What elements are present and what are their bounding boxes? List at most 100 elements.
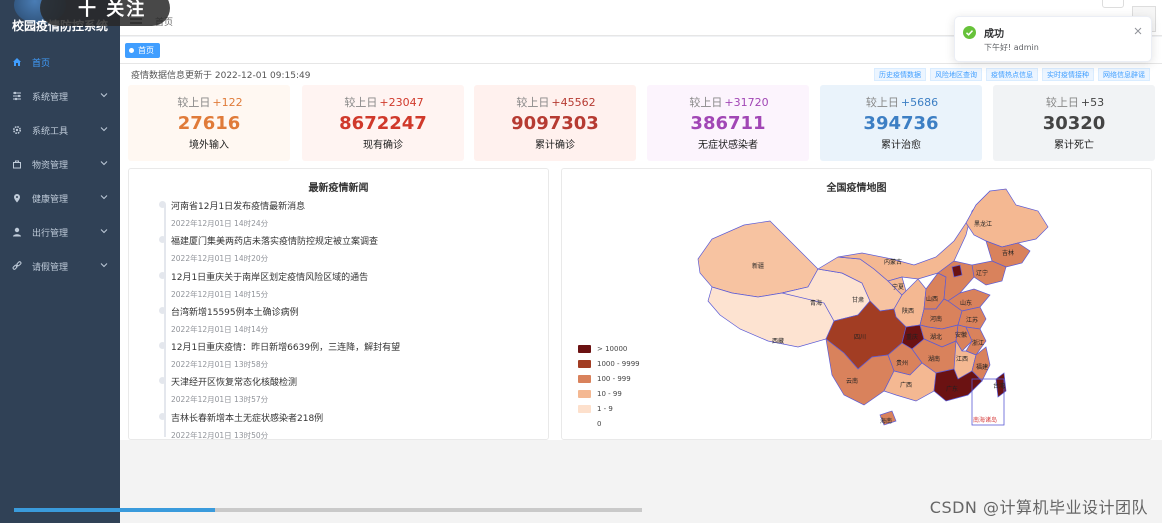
region-heilongjiang[interactable] xyxy=(965,188,1049,248)
news-item-time: 2022年12月01日 14时24分 xyxy=(171,219,269,228)
region-beijing[interactable] xyxy=(951,264,963,278)
toast-message: 下午好! admin xyxy=(984,43,1039,52)
province-label: 内蒙古 xyxy=(884,258,902,266)
stat-card-deaths: 较上日 +53 30320 累计死亡 xyxy=(993,85,1155,161)
stat-delta: 较上日 +23047 xyxy=(344,96,424,109)
sidebar-item-home[interactable]: 首页 xyxy=(0,45,120,79)
link-hot-news[interactable]: 疫情热点信息 xyxy=(986,68,1038,81)
province-label: 山东 xyxy=(960,299,972,307)
province-label: 云南 xyxy=(846,377,858,385)
legend-item[interactable]: 10 - 99 xyxy=(578,386,640,401)
news-item-time: 2022年12月01日 14时14分 xyxy=(171,324,269,334)
stat-value: 27616 xyxy=(177,113,241,134)
news-item[interactable]: 12月1日重庆关于南岸区划定疫情风险区域的通告 2022年12月01日 14时15… xyxy=(155,270,545,305)
province-label: 浙江 xyxy=(972,339,984,347)
province-label: 青海 xyxy=(810,299,822,307)
sidebar-item-system[interactable]: 系统管理 xyxy=(0,79,120,113)
china-map[interactable]: 新疆 西藏 青海 甘肃 内蒙古 黑龙江 吉林 辽宁 宁夏 山西 山东 河南 陕西… xyxy=(562,169,1153,441)
link-vaccination[interactable]: 实时疫情接种 xyxy=(1042,68,1094,81)
news-item-title[interactable]: 12月1日重庆疫情：昨日新增6639例，三连降，解封有望 xyxy=(171,340,545,353)
legend-label: > 10000 xyxy=(597,344,628,353)
news-item-title[interactable]: 河南省12月1日发布疫情最新消息 xyxy=(171,199,545,212)
stat-value: 394736 xyxy=(863,113,939,134)
update-time: 疫情数据信息更新于 2022-12-01 09:15:49 xyxy=(131,71,311,81)
legend-label: 100 - 999 xyxy=(597,374,631,383)
chevron-down-icon xyxy=(100,195,108,200)
stat-delta: 较上日 +45562 xyxy=(516,96,596,109)
province-label: 广西 xyxy=(900,381,912,389)
follow-button[interactable]: 十 关注 xyxy=(40,0,170,26)
news-item-title[interactable]: 吉林长春新增本土无症状感染者218例 xyxy=(171,411,545,424)
province-label: 重庆 xyxy=(906,333,918,341)
sidebar-item-label: 出行管理 xyxy=(32,228,69,239)
map-legend: > 10000 1000 - 9999 100 - 999 10 - 99 1 … xyxy=(578,341,640,431)
stat-value: 9097303 xyxy=(511,113,599,134)
location-icon xyxy=(12,193,22,203)
map-panel: 全国疫情地图 新疆 西藏 青海 甘肃 内蒙古 黑龙江 吉林 辽宁 宁夏 山西 山… xyxy=(561,168,1152,440)
timeline-dot xyxy=(159,201,166,208)
stat-card-asymptomatic: 较上日 +31720 386711 无症状感染者 xyxy=(647,85,809,161)
province-label: 甘肃 xyxy=(852,296,864,304)
province-label: 辽宁 xyxy=(976,269,988,277)
stat-label: 累计死亡 xyxy=(1054,140,1094,151)
video-progress-bar[interactable] xyxy=(14,508,642,512)
sidebar-item-label: 系统管理 xyxy=(32,92,69,103)
timeline-dot xyxy=(159,412,166,420)
news-item-title[interactable]: 台湾新增15595例本土确诊病例 xyxy=(171,305,545,318)
news-timeline: 河南省12月1日发布疫情最新消息 2022年12月01日 14时24分 福建厦门集… xyxy=(155,199,545,446)
province-label: 山西 xyxy=(926,295,938,303)
tag-home[interactable]: 首页 xyxy=(125,43,160,58)
sidebar-item-tools[interactable]: 系统工具 xyxy=(0,113,120,147)
news-item[interactable]: 天津经开区恢复常态化核酸检测 2022年12月01日 13时57分 xyxy=(155,375,545,410)
stat-card-total: 较上日 +45562 9097303 累计确诊 xyxy=(474,85,636,161)
legend-item[interactable]: 1000 - 9999 xyxy=(578,356,640,371)
news-item[interactable]: 河南省12月1日发布疫情最新消息 2022年12月01日 14时24分 xyxy=(155,199,545,234)
province-label: 陕西 xyxy=(902,307,914,315)
close-icon[interactable] xyxy=(1134,27,1142,35)
stat-delta: 较上日 +31720 xyxy=(689,96,769,109)
province-label: 江苏 xyxy=(966,316,978,324)
legend-item[interactable]: 100 - 999 xyxy=(578,371,640,386)
chevron-down-icon xyxy=(100,127,108,132)
news-item[interactable]: 福建厦门集美两药店未落实疫情防控规定被立案调查 2022年12月01日 14时20… xyxy=(155,234,545,269)
news-item-title[interactable]: 天津经开区恢复常态化核酸检测 xyxy=(171,375,545,388)
sidebar-item-health[interactable]: 健康管理 xyxy=(0,181,120,215)
legend-swatch xyxy=(578,374,591,383)
news-item-time: 2022年12月01日 13时58分 xyxy=(171,360,269,370)
success-toast: 成功 下午好! admin xyxy=(954,16,1152,62)
sidebar-item-travel[interactable]: 出行管理 xyxy=(0,215,120,249)
timeline-dot xyxy=(159,306,166,314)
sidebar-item-label: 请假管理 xyxy=(32,262,69,273)
timeline-dot xyxy=(159,271,166,279)
link-risk-area[interactable]: 风险地区查询 xyxy=(930,68,982,81)
legend-item[interactable]: 0 xyxy=(578,416,640,431)
legend-item[interactable]: > 10000 xyxy=(578,341,640,356)
news-item-title[interactable]: 福建厦门集美两药店未落实疫情防控规定被立案调查 xyxy=(171,234,545,247)
stat-card-cured: 较上日 +5686 394736 累计治愈 xyxy=(820,85,982,161)
link-history-data[interactable]: 历史疫情数据 xyxy=(874,68,926,81)
province-label: 湖北 xyxy=(930,333,942,341)
inset-label: 南海诸岛 xyxy=(973,416,997,424)
news-item[interactable]: 台湾新增15595例本土确诊病例 2022年12月01日 14时14分 xyxy=(155,305,545,340)
notification-icon[interactable] xyxy=(1102,0,1124,8)
link-rumor[interactable]: 网络信息辟谣 xyxy=(1098,68,1150,81)
sidebar-item-label: 系统工具 xyxy=(32,126,69,137)
legend-item[interactable]: 1 - 9 xyxy=(578,401,640,416)
user-icon xyxy=(12,227,22,237)
sidebar-item-supplies[interactable]: 物资管理 xyxy=(0,147,120,181)
toast-title: 成功 xyxy=(984,29,1004,40)
region-xinjiang[interactable] xyxy=(697,220,819,298)
sliders-icon xyxy=(12,91,22,101)
timeline-dot xyxy=(159,377,166,385)
chevron-down-icon xyxy=(100,229,108,234)
legend-swatch xyxy=(578,359,591,368)
active-dot-icon xyxy=(129,48,134,53)
sidebar-item-leave[interactable]: 请假管理 xyxy=(0,249,120,283)
news-item[interactable]: 12月1日重庆疫情：昨日新增6639例，三连降，解封有望 2022年12月01日 … xyxy=(155,340,545,375)
province-label: 贵州 xyxy=(896,359,908,367)
news-item-time: 2022年12月01日 13时57分 xyxy=(171,395,269,405)
stat-label: 累计治愈 xyxy=(881,140,921,151)
news-item-title[interactable]: 12月1日重庆关于南岸区划定疫情风险区域的通告 xyxy=(171,270,545,283)
province-label: 福建 xyxy=(976,363,988,371)
chevron-down-icon xyxy=(100,93,108,98)
